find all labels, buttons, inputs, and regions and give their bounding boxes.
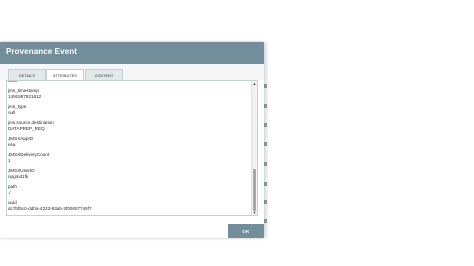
provenance-event-dialog: Provenance Event DETAILS ATTRIBUTES CONT… <box>0 42 264 238</box>
background-mark <box>264 104 267 108</box>
background-panel-edge <box>264 42 268 238</box>
attribute-item: jms_type null <box>8 104 248 116</box>
attributes-panel[interactable]: false jms_timestamp 1491597821612 jms_ty… <box>6 80 258 216</box>
attribute-value: 1491597821612 <box>8 94 42 99</box>
attribute-item: JMSXDeliveryCount 1 <box>8 152 248 164</box>
attribute-value: dc7bf5c0-dd0a-4223-93ab-2f00607746f7 <box>8 206 92 211</box>
attribute-value: false <box>8 80 18 83</box>
attribute-value: null <box>8 110 16 115</box>
attribute-item: false <box>8 80 248 84</box>
triangle-down-icon[interactable]: ▼ <box>252 210 257 215</box>
attribute-item: jms_timestamp 1491597821612 <box>8 88 248 100</box>
background-mark <box>264 200 267 204</box>
attribute-list: false jms_timestamp 1491597821612 jms_ty… <box>8 80 248 215</box>
dialog-title: Provenance Event <box>6 47 77 56</box>
attribute-value: DATAPREP_REQ <box>8 126 45 131</box>
attribute-item: uuid dc7bf5c0-dd0a-4223-93ab-2f00607746f… <box>8 200 248 212</box>
attribute-item: JMSXAppID esa <box>8 136 248 148</box>
attribute-value: esa <box>8 142 16 147</box>
background-mark <box>264 142 267 146</box>
attribute-value: 1 <box>8 158 11 163</box>
attribute-value: ./ <box>8 190 11 195</box>
attribute-item: jms.source.destination DATAPREP_REQ <box>8 120 248 132</box>
vertical-scrollbar[interactable]: ▲ ▼ <box>251 81 257 215</box>
background-mark <box>264 84 267 88</box>
dialog-header: Provenance Event <box>0 42 264 64</box>
background-mark <box>264 219 267 223</box>
scrollbar-thumb[interactable] <box>253 169 256 211</box>
attribute-item: path ./ <box>8 184 248 196</box>
triangle-up-icon[interactable]: ▲ <box>252 81 257 86</box>
background-mark <box>264 182 267 186</box>
attribute-item: JMSXUserID npgmd1fk <box>8 168 248 180</box>
attribute-value: npgmd1fk <box>8 174 29 179</box>
ok-button[interactable]: OK <box>228 224 264 238</box>
background-mark <box>264 162 267 166</box>
background-mark <box>264 123 267 127</box>
